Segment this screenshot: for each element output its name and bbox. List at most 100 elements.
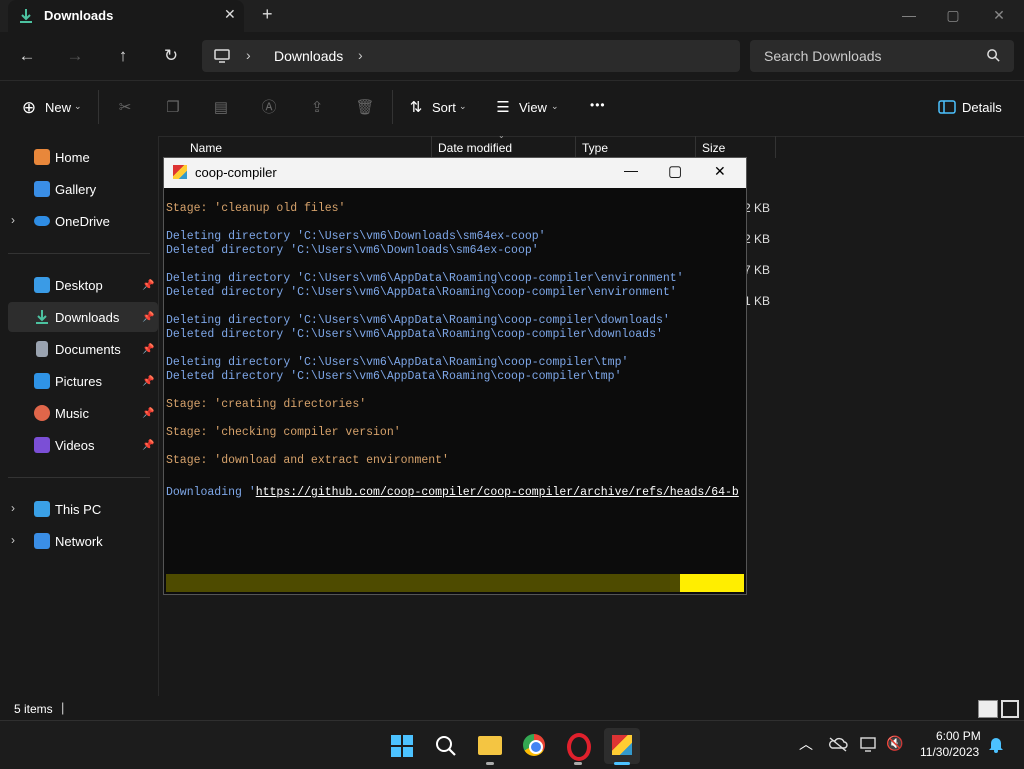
sort-icon[interactable]: ⇅: [405, 97, 427, 119]
onedrive-offline-icon[interactable]: [828, 736, 848, 752]
forward-arrow-icon[interactable]: →: [63, 44, 87, 68]
chevron-right-icon[interactable]: ›: [246, 47, 251, 63]
console-line: Deleted directory 'C:\Users\vm6\AppData\…: [166, 286, 677, 299]
clock-time[interactable]: 6:00 PM: [936, 729, 981, 743]
sidebar-label: This PC: [55, 502, 102, 517]
download-url-link[interactable]: https://github.com/coop-compiler/coop-co…: [256, 486, 739, 499]
music-icon: [34, 405, 50, 421]
details-button[interactable]: Details: [962, 100, 1002, 115]
start-button[interactable]: [384, 728, 420, 764]
minimize-button[interactable]: —: [624, 162, 638, 178]
sidebar-label: Network: [55, 534, 103, 549]
chevron-right-icon[interactable]: ›: [358, 47, 363, 63]
view-icon[interactable]: ☰: [492, 97, 514, 119]
gallery-icon: [34, 181, 50, 197]
breadcrumb-downloads[interactable]: Downloads: [274, 48, 343, 64]
console-line: Stage: 'download and extract environment…: [166, 454, 449, 467]
console-line: Deleted directory 'C:\Users\vm6\AppData\…: [166, 328, 663, 341]
maximize-button[interactable]: ▢: [930, 0, 976, 32]
file-size: 2 KB: [744, 201, 771, 215]
file-size: 7 KB: [744, 263, 771, 277]
console-line: Deleted directory 'C:\Users\vm6\AppData\…: [166, 370, 622, 383]
plus-circle-icon[interactable]: ⊕: [18, 97, 40, 119]
column-divider[interactable]: [695, 136, 696, 158]
opera-icon: [567, 733, 591, 761]
tab-close-icon[interactable]: ✕: [224, 6, 236, 23]
volume-muted-icon[interactable]: 🔇: [886, 735, 903, 752]
more-options-button[interactable]: •••: [590, 98, 606, 112]
back-arrow-icon[interactable]: ←: [15, 44, 39, 68]
divider: [98, 90, 99, 124]
running-indicator: [574, 762, 582, 765]
new-tab-button[interactable]: +: [262, 4, 273, 25]
network-icon[interactable]: [860, 736, 878, 752]
sidebar-label: Gallery: [55, 182, 97, 197]
console-line: Deleting directory 'C:\Users\vm6\AppData…: [166, 272, 684, 285]
column-header-size[interactable]: Size: [702, 141, 725, 155]
new-button[interactable]: New: [45, 100, 71, 115]
refresh-icon[interactable]: ↻: [159, 44, 183, 68]
download-icon: [36, 310, 48, 324]
delete-icon[interactable]: 🗑: [354, 97, 376, 119]
pin-icon[interactable]: 📌: [142, 408, 154, 419]
chevron-down-icon: ⌄: [459, 101, 467, 111]
cut-icon[interactable]: ✂: [114, 97, 136, 119]
close-button[interactable]: ✕: [714, 163, 726, 180]
sidebar-label: Videos: [55, 438, 95, 453]
column-divider[interactable]: [775, 136, 776, 158]
console-window[interactable]: coop-compiler — ▢ ✕ Stage: 'cleanup old …: [163, 157, 747, 595]
column-divider[interactable]: [431, 136, 432, 158]
folder-icon: [478, 736, 502, 755]
pin-icon[interactable]: 📌: [142, 280, 154, 291]
notification-bell-icon[interactable]: [988, 735, 1004, 753]
rename-icon[interactable]: Ⓐ: [258, 97, 280, 119]
sidebar-label: Documents: [55, 342, 121, 357]
chevron-up-icon[interactable]: ︿: [799, 734, 813, 754]
close-button[interactable]: ✕: [976, 0, 1022, 32]
home-icon: [34, 149, 50, 165]
column-header-date[interactable]: Date modified: [438, 141, 512, 155]
sidebar-label: Pictures: [55, 374, 102, 389]
paste-icon[interactable]: ▤: [210, 97, 232, 119]
column-divider[interactable]: [575, 136, 576, 158]
chevron-down-icon: ⌄: [74, 101, 82, 111]
console-line: Stage: 'checking compiler version': [166, 426, 401, 439]
maximize-button[interactable]: ▢: [668, 162, 682, 180]
tiles-view-icon[interactable]: [1001, 700, 1019, 718]
pin-icon[interactable]: 📌: [142, 376, 154, 387]
download-icon: [20, 9, 32, 23]
coop-compiler-taskbar-button[interactable]: [604, 728, 640, 765]
clock-date[interactable]: 11/30/2023: [920, 745, 979, 759]
search-button[interactable]: [428, 728, 464, 764]
sidebar-label: Downloads: [55, 310, 120, 325]
search-icon[interactable]: [986, 48, 1001, 63]
file-size: 2 KB: [744, 232, 771, 246]
minimize-button[interactable]: —: [886, 0, 932, 32]
details-view-icon[interactable]: [978, 700, 998, 718]
share-icon[interactable]: ⇪: [306, 97, 328, 119]
pin-icon[interactable]: 📌: [142, 344, 154, 355]
up-arrow-icon[interactable]: ↑: [111, 44, 135, 68]
opera-button[interactable]: [560, 728, 596, 765]
console-line: Stage: 'cleanup old files': [166, 202, 346, 215]
divider: [392, 90, 393, 124]
console-line: Deleting directory 'C:\Users\vm6\AppData…: [166, 314, 670, 327]
pin-icon[interactable]: 📌: [142, 440, 154, 451]
copy-icon[interactable]: ❐: [162, 97, 184, 119]
console-line: Deleted directory 'C:\Users\vm6\Download…: [166, 244, 539, 257]
download-prefix: Downloading ': [166, 486, 256, 499]
sort-button[interactable]: Sort: [432, 100, 456, 115]
file-explorer-button[interactable]: [472, 728, 508, 765]
tab-downloads[interactable]: Downloads ✕: [8, 0, 244, 32]
column-header-name[interactable]: Name: [190, 141, 222, 155]
pin-icon[interactable]: 📌: [142, 312, 154, 323]
videos-icon: [34, 437, 50, 453]
details-pane-icon[interactable]: [938, 99, 956, 115]
column-header-type[interactable]: Type: [582, 141, 608, 155]
computer-icon: [34, 501, 50, 517]
search-input[interactable]: Search Downloads: [764, 48, 882, 64]
view-button[interactable]: View: [519, 100, 547, 115]
console-line: Stage: 'creating directories': [166, 398, 367, 411]
chrome-button[interactable]: [516, 728, 552, 764]
console-title-bar[interactable]: coop-compiler — ▢ ✕: [164, 158, 746, 188]
